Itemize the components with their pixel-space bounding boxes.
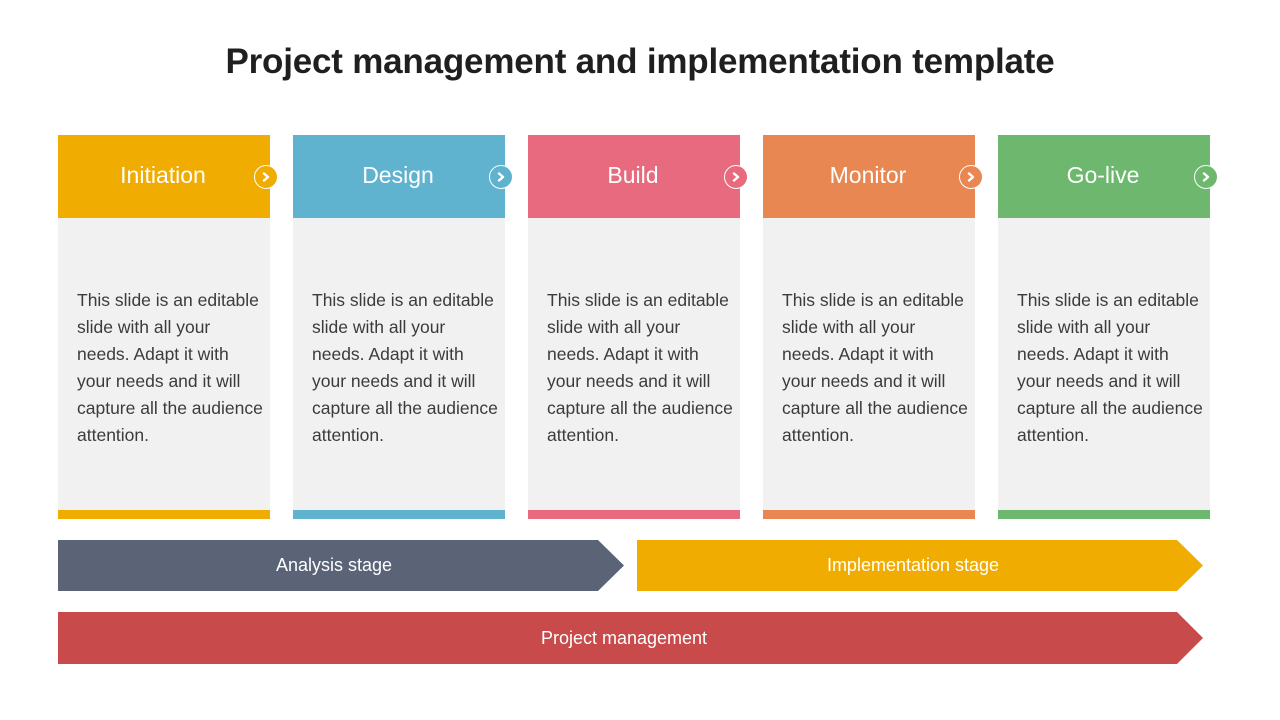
stage-label: Go-live (1066, 162, 1140, 188)
stage-header: Go-live (998, 135, 1210, 218)
stage-card-design: Design This slide is an editable slide w… (293, 135, 513, 519)
stage-body: This slide is an editable slide with all… (58, 218, 270, 510)
chevron-right-circle-icon (254, 165, 278, 189)
stage-body: This slide is an editable slide with all… (763, 218, 975, 510)
stage-header: Build (528, 135, 740, 218)
stage-underline (293, 510, 505, 519)
stage-label: Monitor (829, 162, 907, 188)
stage-header: Design (293, 135, 505, 218)
stage-header: Initiation (58, 135, 270, 218)
stage-underline (528, 510, 740, 519)
chevron-right-circle-icon (959, 165, 983, 189)
analysis-stage-label: Analysis stage (275, 555, 393, 575)
chevron-right-circle-icon (489, 165, 513, 189)
stage-label: Build (607, 162, 659, 188)
stage-description: This slide is an editable slide with all… (547, 290, 733, 445)
stage-underline (58, 510, 270, 519)
stage-body: This slide is an editable slide with all… (293, 218, 505, 510)
stage-description: This slide is an editable slide with all… (312, 290, 498, 445)
stage-label: Initiation (120, 162, 206, 188)
project-management-label: Project management (540, 627, 708, 648)
stage-description: This slide is an editable slide with all… (1017, 290, 1203, 445)
stage-header: Monitor (763, 135, 975, 218)
project-management-arrow: Project management (58, 612, 1203, 664)
stage-underline (763, 510, 975, 519)
chevron-right-circle-icon (724, 165, 748, 189)
stage-body: This slide is an editable slide with all… (998, 218, 1210, 510)
implementation-stage-arrow: Implementation stage (637, 540, 1203, 591)
stage-body: This slide is an editable slide with all… (528, 218, 740, 510)
stage-card-build: Build This slide is an editable slide wi… (528, 135, 748, 519)
stage-description: This slide is an editable slide with all… (782, 290, 968, 445)
stage-description: This slide is an editable slide with all… (77, 290, 263, 445)
stage-card-go-live: Go-live This slide is an editable slide … (998, 135, 1218, 519)
implementation-stage-label: Implementation stage (826, 555, 1000, 575)
stage-card-initiation: Initiation This slide is an editable sli… (58, 135, 278, 519)
slide-title: Project management and implementation te… (225, 42, 1055, 81)
stage-underline (998, 510, 1210, 519)
stage-label: Design (362, 162, 434, 188)
chevron-right-circle-icon (1194, 165, 1218, 189)
stage-card-monitor: Monitor This slide is an editable slide … (763, 135, 983, 519)
analysis-stage-arrow: Analysis stage (58, 540, 624, 591)
